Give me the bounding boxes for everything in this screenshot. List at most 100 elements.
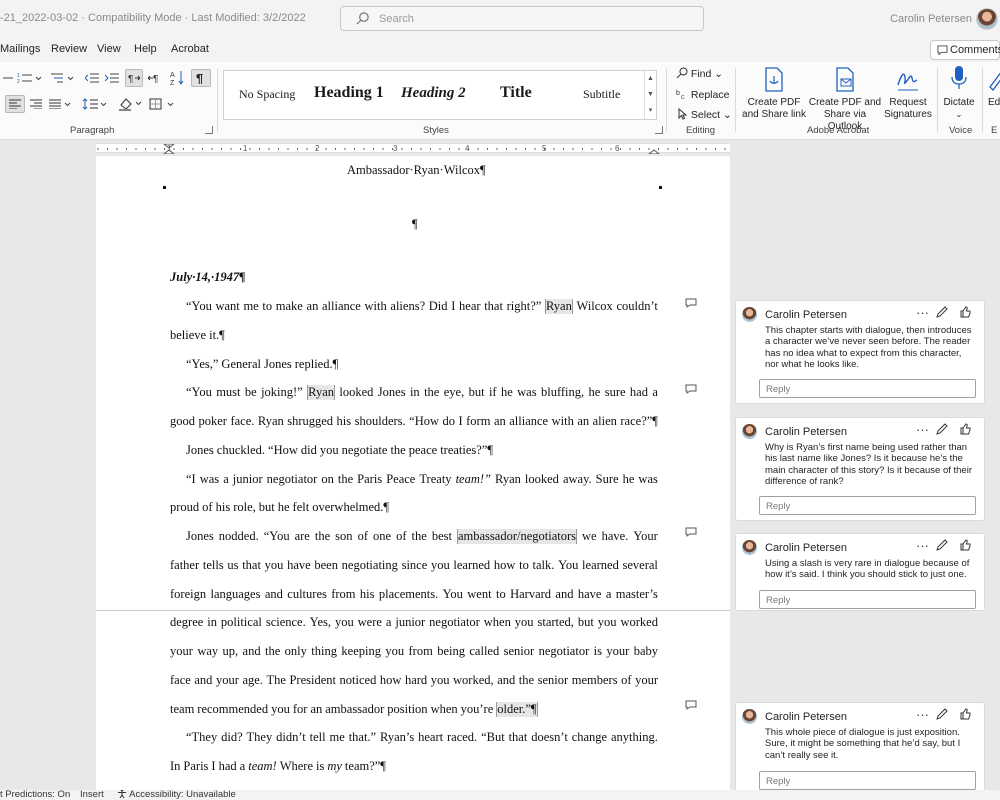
document-line[interactable]: Jones nodded. “You are the son of one of the best a… bbox=[186, 529, 658, 544]
increase-indent-button[interactable] bbox=[104, 70, 120, 86]
reply-input[interactable]: Reply bbox=[759, 771, 976, 790]
dictate-dropdown-icon[interactable]: ⌄ bbox=[940, 109, 978, 121]
document-line[interactable]: “You want me to make an alliance with aliens? Did… bbox=[186, 299, 658, 314]
comment-card[interactable]: Carolin Petersen ··· Using a slash is ve… bbox=[735, 533, 985, 611]
create-pdf-outlook-button[interactable]: Create PDF and Share via Outlook bbox=[806, 67, 884, 133]
word: that bbox=[508, 730, 528, 745]
tab-acrobat[interactable]: Acrobat bbox=[171, 43, 209, 55]
replace-button[interactable]: bc Replace bbox=[676, 88, 729, 101]
document-line[interactable]: Jones chuckled. “How did you negotiate the peac… bbox=[186, 443, 658, 458]
chapter-date[interactable]: July·14,·1947¶ bbox=[170, 270, 245, 285]
comment-marker-icon[interactable] bbox=[685, 384, 697, 394]
word: poker bbox=[198, 414, 227, 428]
numbering-button[interactable]: 12 bbox=[16, 70, 44, 86]
search-box[interactable]: Search bbox=[340, 6, 704, 31]
gallery-up-icon[interactable]: ▲ bbox=[645, 71, 656, 87]
comment-marker-icon[interactable] bbox=[685, 298, 697, 308]
tab-help[interactable]: Help bbox=[134, 43, 157, 55]
more-options-icon[interactable]: ··· bbox=[916, 422, 929, 437]
document-line[interactable]: “I was a junior negotiator on the Paris Peace Tre… bbox=[186, 472, 658, 487]
rtl-button[interactable]: ¶ bbox=[146, 70, 162, 86]
more-options-icon[interactable]: ··· bbox=[916, 538, 929, 553]
comment-card[interactable]: Carolin Petersen ··· This whole piece of… bbox=[735, 702, 985, 794]
borders-button[interactable] bbox=[148, 95, 176, 113]
paragraph-dialog-launcher[interactable] bbox=[205, 126, 213, 134]
edit-icon[interactable] bbox=[936, 306, 948, 318]
comments-button[interactable]: Comments bbox=[930, 40, 1000, 60]
comment-marker-icon[interactable] bbox=[685, 700, 697, 710]
document-line[interactable]: In Paris Ihad a team! Where is my team?”¶ bbox=[170, 759, 658, 774]
document-line[interactable]: your way up, and the only thing keeping you from b… bbox=[170, 644, 658, 659]
tab-mailings[interactable]: Mailings bbox=[0, 43, 40, 55]
sort-button[interactable]: AZ bbox=[168, 69, 186, 87]
document-line[interactable]: degree in political science. Yes, you were a jun… bbox=[170, 615, 658, 630]
like-icon[interactable] bbox=[960, 539, 971, 551]
like-icon[interactable] bbox=[960, 423, 971, 435]
edit-icon[interactable] bbox=[936, 423, 948, 435]
editor-button[interactable]: Ed bbox=[988, 67, 1000, 109]
reply-input[interactable]: Reply bbox=[759, 496, 976, 515]
comment-card[interactable]: Carolin Petersen ··· Why is Ryan’s first… bbox=[735, 417, 985, 521]
text-predictions-status[interactable]: t Predictions: On bbox=[0, 790, 70, 800]
user-name[interactable]: Carolin Petersen bbox=[890, 13, 972, 25]
multilevel-list-button[interactable] bbox=[2, 70, 14, 86]
accessibility-status[interactable]: Accessibility: Unavailable bbox=[117, 790, 236, 800]
multilevel-button[interactable] bbox=[48, 70, 76, 86]
decrease-indent-button[interactable] bbox=[84, 70, 100, 86]
word: you bbox=[430, 557, 450, 572]
tab-review[interactable]: Review bbox=[51, 43, 87, 55]
document-line[interactable]: “You must be joking!” Ryan looked Jones in the ey… bbox=[186, 385, 658, 401]
empty-paragraph-mark[interactable]: ¶ bbox=[412, 217, 418, 232]
find-button[interactable]: Find ⌄ bbox=[676, 67, 723, 80]
shading-button[interactable] bbox=[117, 95, 143, 113]
style-no-spacing[interactable]: No Spacing bbox=[239, 87, 295, 102]
comment-marker-icon[interactable] bbox=[685, 527, 697, 537]
more-options-icon[interactable]: ··· bbox=[916, 707, 929, 722]
word: have bbox=[287, 557, 311, 572]
align-right-button[interactable] bbox=[28, 96, 44, 112]
document-line[interactable]: “They did? They didn’t tell me that.” Ryan’s hea… bbox=[186, 730, 658, 745]
comment-card[interactable]: Carolin Petersen ··· This chapter starts… bbox=[735, 300, 985, 404]
gallery-more-icon[interactable]: ▾ bbox=[645, 103, 656, 119]
insert-mode-status[interactable]: Insert bbox=[80, 790, 104, 800]
show-formatting-button[interactable]: ¶ bbox=[191, 69, 211, 87]
header-text[interactable]: Ambassador·Ryan·Wilcox¶ bbox=[347, 163, 486, 178]
document-line[interactable]: foreign languages and cultures from his placem… bbox=[170, 587, 658, 602]
edit-icon[interactable] bbox=[936, 708, 948, 720]
document-line[interactable]: face and your age. The President noticed how har… bbox=[170, 673, 658, 688]
style-title[interactable]: Title bbox=[500, 84, 532, 102]
word: “You bbox=[263, 529, 290, 543]
style-subtitle[interactable]: Subtitle bbox=[583, 87, 620, 102]
request-signatures-button[interactable]: Request Signatures bbox=[884, 67, 932, 121]
gallery-down-icon[interactable]: ▼ bbox=[645, 87, 656, 103]
style-heading-1[interactable]: Heading 1 bbox=[314, 84, 384, 102]
align-left-button[interactable] bbox=[5, 95, 25, 113]
reply-input[interactable]: Reply bbox=[759, 379, 976, 398]
like-icon[interactable] bbox=[960, 708, 971, 720]
document-line[interactable]: father tells us that you have been negotiating s… bbox=[170, 558, 658, 573]
select-button[interactable]: Select ⌄ bbox=[676, 107, 732, 121]
user-avatar[interactable] bbox=[976, 8, 998, 30]
more-options-icon[interactable]: ··· bbox=[916, 305, 929, 320]
style-heading-2[interactable]: Heading 2 bbox=[401, 85, 466, 102]
styles-gallery-scroll[interactable]: ▲ ▼ ▾ bbox=[644, 71, 656, 119]
edit-icon[interactable] bbox=[936, 539, 948, 551]
reply-input[interactable]: Reply bbox=[759, 590, 976, 609]
document-line[interactable]: team recommended you for an ambassador positio… bbox=[170, 701, 658, 717]
word: that bbox=[242, 557, 261, 572]
ltr-button[interactable]: ¶ bbox=[125, 69, 143, 87]
create-pdf-share-link-button[interactable]: Create PDF and Share link bbox=[742, 67, 806, 121]
document-title[interactable]: -21_2022-03-02 · Compatibility Mode · La… bbox=[0, 12, 306, 24]
ribbon-separator bbox=[937, 68, 938, 132]
justify-button[interactable] bbox=[48, 96, 72, 112]
document-line[interactable]: proud of his role, but he felt overwhelmed.¶ bbox=[170, 500, 658, 515]
document-line[interactable]: good poker face. Ryan shrugged his shoulders. “… bbox=[170, 414, 658, 429]
line-spacing-button[interactable] bbox=[82, 96, 108, 112]
tab-view[interactable]: View bbox=[97, 43, 121, 55]
dictate-button[interactable]: Dictate ⌄ bbox=[940, 65, 978, 121]
horizontal-ruler[interactable]: 1 1 2 3 4 5 6 bbox=[0, 140, 1000, 156]
document-line[interactable]: “Yes,” General Jones replied.¶ bbox=[186, 357, 658, 372]
like-icon[interactable] bbox=[960, 306, 971, 318]
styles-dialog-launcher[interactable] bbox=[655, 126, 663, 134]
document-line[interactable]: believe it.¶ bbox=[170, 328, 658, 343]
